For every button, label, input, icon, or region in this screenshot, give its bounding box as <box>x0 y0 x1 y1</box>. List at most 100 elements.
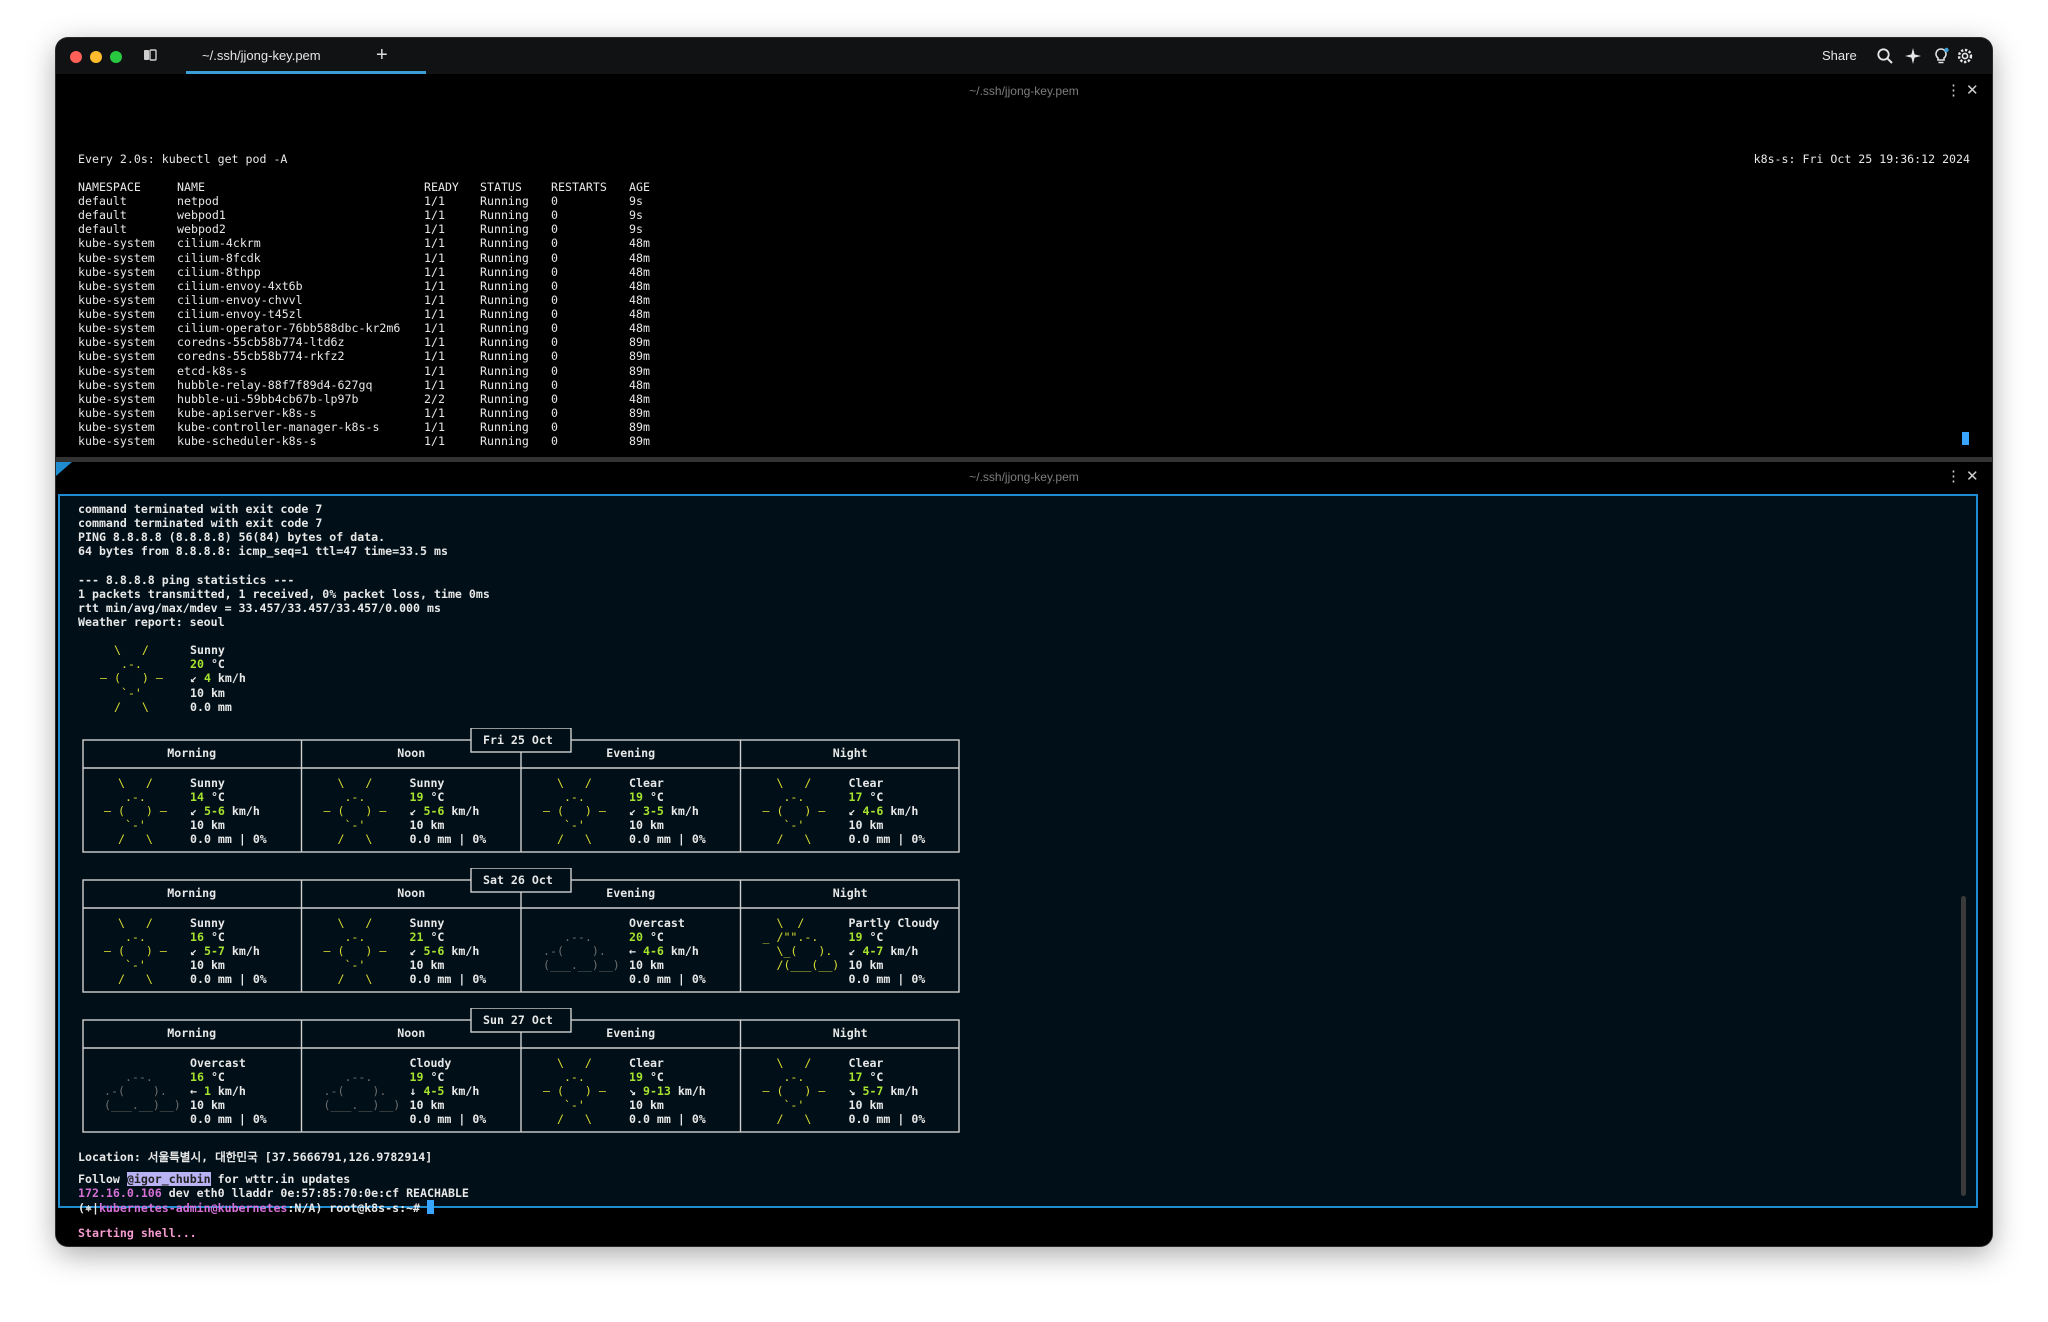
follow-prefix: Follow <box>78 1171 127 1186</box>
gear-icon[interactable] <box>1956 47 1974 65</box>
weather-info-vis: 10 km <box>410 1098 445 1112</box>
weather-info-precip: 0.0 mm | 0% <box>410 1112 487 1126</box>
zoom-window-button[interactable] <box>110 51 122 63</box>
search-icon[interactable] <box>1876 47 1894 65</box>
pod-cell-name: kube-apiserver-k8s-s <box>177 405 317 420</box>
weather-partly-icon: \ / _ /"".-. \_( ). /(___(__) <box>762 915 840 973</box>
weather-vis: 10 km <box>629 1098 664 1113</box>
temperature-unit: °C <box>642 1070 664 1085</box>
weather-precip: 0.0 mm | 0% <box>848 1112 926 1127</box>
wind-arrow: ← <box>629 944 636 959</box>
prompt-prefix: (⎈| <box>78 1201 99 1216</box>
output-line: 64 bytes from 8.8.8.8: icmp_seq=1 ttl=47… <box>78 544 448 559</box>
pod-cell-namespace: kube-system <box>78 335 155 350</box>
follow-line: Follow @igor_chubin for wttr.in updates <box>78 1171 350 1186</box>
pod-cell-name: webpod2 <box>177 222 226 237</box>
pod-cell-restarts: 0 <box>551 377 558 392</box>
period-header-night: Night <box>832 885 868 900</box>
wind-value: 5-6 <box>423 944 445 959</box>
temperature-value: 16 <box>190 1070 204 1085</box>
bulb-icon[interactable] <box>1932 47 1950 65</box>
bottom-pane-title: ~/.ssh/jjong-key.pem <box>969 470 1079 484</box>
close-window-button[interactable] <box>70 51 82 63</box>
pod-cell-restarts: 0 <box>551 321 558 336</box>
weather-info-wind: ↙ 4-6 km/h <box>849 804 919 818</box>
scrollbar[interactable] <box>1961 896 1966 1196</box>
pod-cell-status: Running <box>480 434 529 449</box>
wind-unit: km/h <box>224 804 260 819</box>
weather-cond: Clear <box>848 1055 884 1070</box>
weather-info-temp: 17 °C <box>849 1070 884 1084</box>
temperature-unit: °C <box>862 930 884 945</box>
temperature-unit: °C <box>423 1070 445 1085</box>
wind-unit: km/h <box>210 1084 246 1099</box>
weather-vis: 10 km <box>848 818 884 833</box>
temperature-value: 20 <box>629 930 643 945</box>
output-line: rtt min/avg/max/mdev = 33.457/33.457/33.… <box>78 600 441 615</box>
weather-info-precip: 0.0 mm <box>190 700 232 714</box>
period-header-morning: Morning <box>167 1025 217 1040</box>
pod-cell-restarts: 0 <box>551 420 558 435</box>
pod-cell-namespace: kube-system <box>78 307 155 322</box>
top-terminal-pane[interactable]: ~/.ssh/jjong-key.pem ⋮ ✕ Every 2.0s: kub… <box>56 74 1992 457</box>
pod-cell-namespace: kube-system <box>78 391 155 406</box>
more-options-icon-2[interactable]: ⋮ <box>1946 464 1961 490</box>
close-pane-icon-2[interactable]: ✕ <box>1966 464 1979 490</box>
output-line: PING 8.8.8.8 (8.8.8.8) 56(84) bytes of d… <box>78 530 386 545</box>
bottom-terminal-pane[interactable]: ~/.ssh/jjong-key.pem ⋮ ✕ command termina… <box>56 462 1992 1246</box>
pod-cell-age: 89m <box>629 335 650 350</box>
weather-vis: 10 km <box>190 818 225 833</box>
wind-arrow: ← <box>190 1084 197 1099</box>
weather-info-precip: 0.0 mm | 0% <box>849 832 926 846</box>
pod-cell-age: 48m <box>629 250 650 265</box>
weather-precip: 0.0 mm | 0% <box>848 972 926 987</box>
weather-info-vis: 10 km <box>190 686 225 700</box>
weather-info-cond: Clear <box>849 1056 884 1070</box>
sparkle-icon[interactable] <box>1904 47 1922 65</box>
weather-info-temp: 14 °C <box>190 790 225 804</box>
minimize-window-button[interactable] <box>90 51 102 63</box>
weather-vis: 10 km <box>409 958 445 973</box>
weather-sun-icon: \ / .-. ― ( ) ― `-' / \ <box>762 1055 826 1127</box>
weather-vis: 10 km <box>848 958 884 973</box>
weather-info-vis: 10 km <box>190 818 225 832</box>
pod-cell-restarts: 0 <box>551 335 558 350</box>
wind-value: 5-7 <box>862 1084 884 1099</box>
wind-unit: km/h <box>224 944 260 959</box>
weather-info-vis: 10 km <box>410 818 445 832</box>
forecast-date-label: Sun 27 Oct <box>483 1012 553 1027</box>
weather-vis: 10 km <box>190 1098 225 1113</box>
temperature-value: 14 <box>190 790 204 805</box>
pod-cell-name: cilium-envoy-t45zl <box>177 307 303 322</box>
temperature-value: 21 <box>409 930 424 945</box>
weather-info-wind: ↙ 4 km/h <box>190 671 246 685</box>
pod-cell-ready: 1/1 <box>424 307 445 322</box>
pod-cell-ready: 1/1 <box>424 420 445 435</box>
sidebar-toggle-icon[interactable] <box>142 47 158 63</box>
period-header-night: Night <box>832 1025 868 1040</box>
pod-cell-ready: 1/1 <box>424 292 445 307</box>
title-bar: ~/.ssh/jjong-key.pem + Share <box>56 38 1992 75</box>
pod-cell-status: Running <box>480 208 529 223</box>
forecast-date-label: Fri 25 Oct <box>483 732 553 747</box>
pod-cell-restarts: 0 <box>551 208 558 223</box>
plus-icon[interactable]: + <box>376 42 388 68</box>
tab-active[interactable]: ~/.ssh/jjong-key.pem <box>186 38 426 74</box>
output-line: command terminated with exit code 7 <box>78 502 323 516</box>
temperature-value: 16 <box>190 930 204 945</box>
pod-cell-status: Running <box>480 405 529 420</box>
weather-info-temp: 20 °C <box>629 930 664 944</box>
pod-cell-ready: 1/1 <box>424 405 445 420</box>
terminal-cursor <box>1962 432 1969 445</box>
wind-value: 5-7 <box>203 944 225 959</box>
wind-arrow: ↙ <box>629 804 636 819</box>
weather-info-temp: 19 °C <box>629 1070 664 1084</box>
period-header-noon: Noon <box>397 1025 426 1040</box>
active-pane-indicator-icon <box>56 462 72 476</box>
more-options-icon[interactable]: ⋮ <box>1946 78 1961 104</box>
output-line: command terminated with exit code 7 <box>78 516 323 531</box>
share-button[interactable]: Share <box>1822 38 1857 74</box>
close-pane-icon[interactable]: ✕ <box>1966 78 1979 104</box>
temperature-unit: °C <box>862 1070 884 1085</box>
pod-cell-namespace: default <box>78 194 127 209</box>
